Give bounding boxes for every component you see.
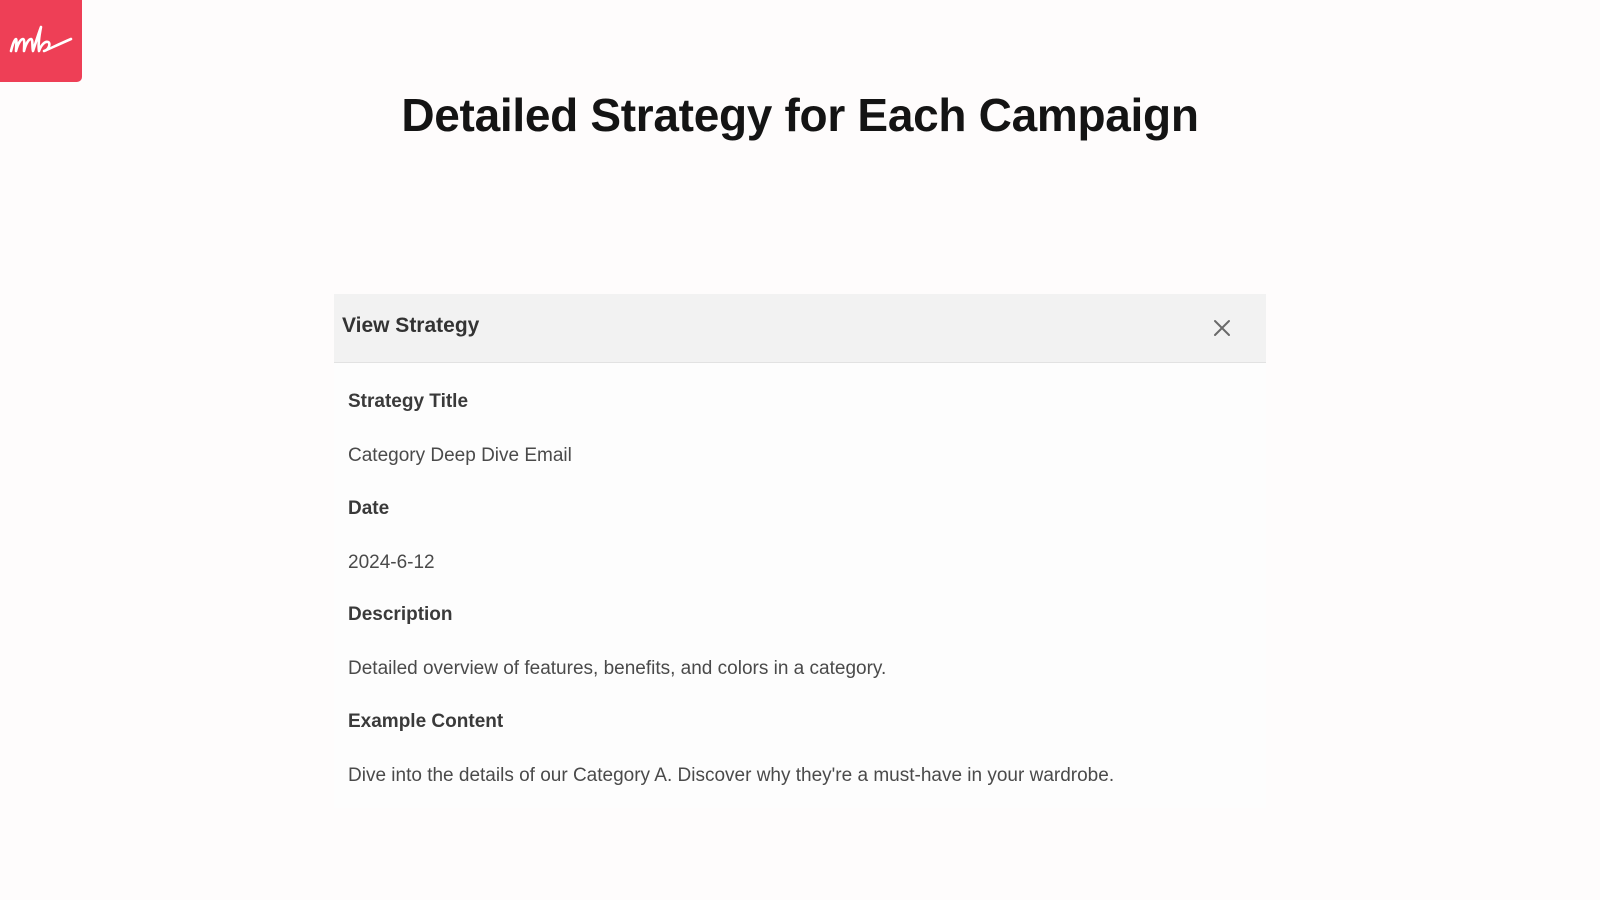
close-icon (1214, 320, 1230, 336)
page-title: Detailed Strategy for Each Campaign (401, 89, 1199, 141)
strategy-title-label: Strategy Title (348, 391, 469, 412)
date-value: 2024-6-12 (348, 552, 435, 573)
view-strategy-dialog: View Strategy Strategy Title Category De… (334, 294, 1266, 808)
example-content-value: Dive into the details of our Category A.… (348, 765, 1115, 786)
example-content-label: Example Content (348, 711, 504, 732)
mb-logo-icon (9, 25, 73, 53)
close-button[interactable] (1208, 314, 1236, 342)
brand-logo (0, 0, 82, 82)
dialog-title: View Strategy (342, 314, 480, 337)
description-label: Description (348, 604, 453, 625)
dialog-header: View Strategy (334, 294, 1266, 363)
date-label: Date (348, 498, 390, 519)
strategy-title-value: Category Deep Dive Email (348, 445, 572, 466)
description-value: Detailed overview of features, benefits,… (348, 658, 887, 679)
